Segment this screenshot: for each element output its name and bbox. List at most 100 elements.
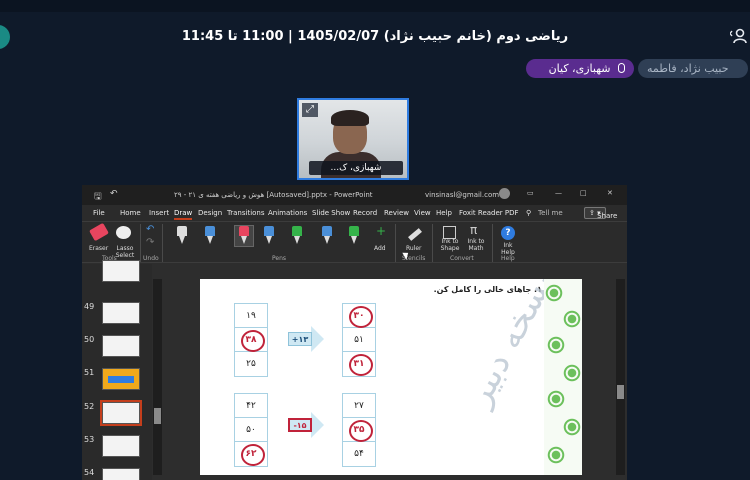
ribbon-divider xyxy=(395,224,396,262)
pen-5[interactable] xyxy=(292,226,302,246)
thumbnail-scroll-thumb[interactable] xyxy=(154,408,161,424)
menu-help[interactable]: Help xyxy=(436,209,452,217)
slide-thumbnail-53[interactable] xyxy=(102,435,140,457)
group2-arrow-rule: -۱۵ xyxy=(288,418,312,432)
undo-icon[interactable]: ↶ xyxy=(110,189,118,199)
menu-transitions[interactable]: Transitions xyxy=(227,209,265,217)
slide-canvas[interactable]: ۱. جاهای خالی را کامل کن. نسخه دبیر ۱۹ ۳… xyxy=(200,279,582,475)
pen-cap xyxy=(264,226,274,236)
participant-chip-host[interactable]: حبیب نژاد، فاطمه xyxy=(638,59,748,78)
pen-cap xyxy=(322,226,332,236)
pen-6[interactable] xyxy=(322,226,332,246)
menu-home[interactable]: Home xyxy=(120,209,141,217)
minimize-icon[interactable]: — xyxy=(555,189,562,197)
menu-file[interactable]: File xyxy=(93,209,105,217)
pen-tip xyxy=(351,236,357,244)
microphone-icon xyxy=(618,63,625,73)
menu-review[interactable]: Review xyxy=(384,209,409,217)
arrow-head xyxy=(311,412,324,438)
shared-screen-powerpoint[interactable]: 🖫 ↶ هوش و ریاضی هفته ی ۲۱ - ۲۹ [Autosave… xyxy=(82,185,627,480)
user-chevron-icon xyxy=(729,28,747,44)
ribbon-divider xyxy=(432,224,433,262)
undo-group-label: Undo xyxy=(143,255,159,262)
slide-thumbnail-50[interactable] xyxy=(102,335,140,357)
ink-answer: ۳۰ xyxy=(353,311,365,321)
account-avatar[interactable] xyxy=(499,188,510,199)
meeting-title: ریاضی دوم (خانم حبیب نژاد) 1405/02/07 | … xyxy=(181,29,569,44)
group2-input-cell: ۵۰ xyxy=(235,418,267,442)
group2-output-column: ۲۷ ۳۵ ۵۴ xyxy=(342,393,376,467)
video-tile[interactable]: ⤢ شهبازی، ک... xyxy=(297,98,409,180)
group1-output-column: ۳۰ ۵۱ ۳۱ xyxy=(342,303,376,377)
pen-4[interactable] xyxy=(264,226,274,246)
pen-3-selected[interactable] xyxy=(234,225,254,247)
ppt-titlebar: 🖫 ↶ هوش و ریاضی هفته ی ۲۱ - ۲۹ [Autosave… xyxy=(82,185,627,205)
slide-thumbnail-51[interactable] xyxy=(102,368,140,390)
ribbon-divider xyxy=(162,224,163,262)
ink-help-button[interactable]: Ink Help xyxy=(500,242,516,256)
share-label: Share xyxy=(597,212,618,220)
pen-cap xyxy=(177,226,187,236)
menu-slide-show[interactable]: Slide Show xyxy=(312,209,350,217)
ribbon-divider xyxy=(492,224,493,262)
menu-foxit[interactable]: Foxit Reader PDF xyxy=(459,209,519,217)
video-person-hair xyxy=(331,110,369,126)
convert-group-label: Convert xyxy=(450,255,474,262)
group1-input-cell: ۲۵ xyxy=(246,359,256,369)
menu-insert[interactable]: Insert xyxy=(149,209,169,217)
tell-me-search[interactable]: Tell me xyxy=(538,209,563,217)
ppt-file-title: هوش و ریاضی هفته ی ۲۱ - ۲۹ [Autosaved].p… xyxy=(174,191,373,199)
pen-2[interactable] xyxy=(205,226,215,246)
slide-number: 49 xyxy=(84,302,95,311)
thumbnail-scrollbar[interactable] xyxy=(153,279,162,475)
slide-scroll-thumb[interactable] xyxy=(617,385,624,399)
save-icon[interactable]: 🖫 xyxy=(94,189,102,205)
participants-icon[interactable] xyxy=(729,28,747,44)
menu-draw[interactable]: Draw xyxy=(174,209,193,220)
slide-thumbnail-pane: 49 50 51 52 53 54 xyxy=(82,260,152,480)
slide-number: 50 xyxy=(84,335,95,344)
pen-1[interactable] xyxy=(177,226,187,246)
slide-number: 51 xyxy=(84,368,95,377)
pen-7[interactable] xyxy=(349,226,359,246)
menu-view[interactable]: View xyxy=(414,209,431,217)
ppt-menubar: File Home Insert Draw Design Transitions… xyxy=(82,205,627,221)
share-button[interactable]: ⇪ Share ▾ xyxy=(584,207,617,220)
eraser-button[interactable]: Eraser xyxy=(89,245,108,252)
pen-cap xyxy=(239,226,249,236)
group1-output-cell-answer: ۳۱ xyxy=(343,352,375,376)
participant-chip-speaker[interactable]: شهبازی، کیان xyxy=(526,59,634,78)
close-icon[interactable]: ✕ xyxy=(607,189,613,197)
menu-design[interactable]: Design xyxy=(198,209,222,217)
slide-thumbnail-49[interactable] xyxy=(102,302,140,324)
ink-answer: ۳۵ xyxy=(353,425,365,435)
pen-tip xyxy=(241,236,247,244)
ribbon-divider xyxy=(140,224,141,262)
ruler-button[interactable]: Ruler xyxy=(406,245,422,252)
redo-button-icon[interactable]: ↷ xyxy=(146,237,154,248)
menu-record[interactable]: Record xyxy=(353,209,377,217)
expand-icon[interactable]: ⤢ xyxy=(302,103,318,117)
add-pen-button[interactable]: Add xyxy=(374,245,386,252)
maximize-icon[interactable]: □ xyxy=(580,189,587,197)
menu-animations[interactable]: Animations xyxy=(268,209,307,217)
group2-output-cell: ۲۷ xyxy=(343,394,375,418)
pen-cap xyxy=(292,226,302,236)
slide-thumbnail-54[interactable] xyxy=(102,468,140,480)
group1-input-column: ۱۹ ۳۸ ۲۵ xyxy=(234,303,268,377)
slide-thumbnail[interactable] xyxy=(102,260,140,282)
ink-to-shape-button[interactable]: Ink to Shape xyxy=(438,238,462,252)
ink-to-math-button[interactable]: Ink to Math xyxy=(464,238,488,252)
add-pen-icon: + xyxy=(376,224,387,238)
pen-cap xyxy=(349,226,359,236)
slide-scrollbar[interactable] xyxy=(616,279,625,475)
undo-button-icon[interactable]: ↶ xyxy=(146,224,154,235)
group1-input-cell: ۱۹ xyxy=(235,304,267,328)
ribbon-display-icon[interactable]: ▭ xyxy=(527,189,534,197)
group2-arrow: -۱۵ xyxy=(288,412,324,438)
search-icon[interactable]: ⚲ xyxy=(526,209,531,217)
slide-thumbnail-52-selected[interactable] xyxy=(100,400,142,426)
pen-cap xyxy=(205,226,215,236)
group2-input-cell: ۴۲ xyxy=(235,394,267,418)
pens-group-label: Pens xyxy=(272,255,287,262)
